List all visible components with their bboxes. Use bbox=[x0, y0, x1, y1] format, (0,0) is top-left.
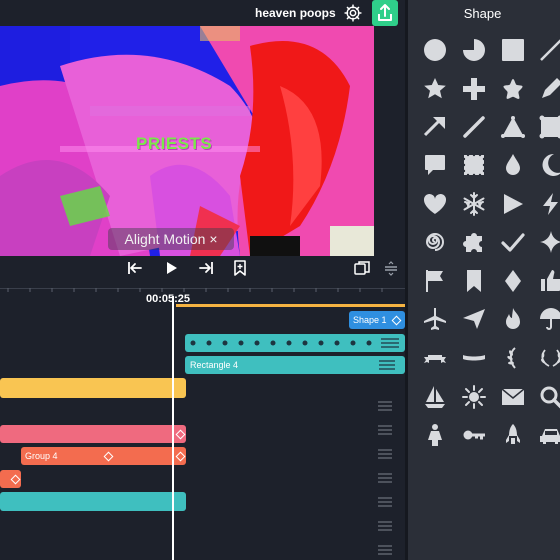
group-clip[interactable]: Group 4 bbox=[21, 447, 186, 465]
shape-clip[interactable]: Shape 1 bbox=[349, 311, 405, 329]
heart-icon[interactable] bbox=[422, 191, 448, 217]
teal-clip[interactable] bbox=[0, 492, 186, 511]
circle-icon[interactable] bbox=[422, 37, 448, 63]
triangle-icon[interactable] bbox=[500, 114, 526, 140]
drag-handle-icon[interactable] bbox=[382, 259, 400, 277]
pie-icon[interactable] bbox=[461, 37, 487, 63]
stroke-icon[interactable] bbox=[461, 114, 487, 140]
umbrella-icon[interactable] bbox=[538, 306, 560, 332]
car-icon[interactable] bbox=[538, 422, 560, 448]
checkmark-icon[interactable] bbox=[500, 229, 526, 255]
yellow-clip[interactable] bbox=[0, 378, 186, 398]
jump-start-icon[interactable] bbox=[126, 259, 144, 277]
group-clip-label: Group 4 bbox=[25, 451, 58, 461]
keyframe-marker[interactable] bbox=[103, 451, 114, 462]
person-icon[interactable] bbox=[422, 422, 448, 448]
keyframed-clip[interactable] bbox=[185, 334, 405, 352]
ribbon-icon[interactable] bbox=[461, 345, 487, 371]
orange-clip-small[interactable] bbox=[0, 470, 21, 488]
preview-side-strip bbox=[374, 26, 405, 256]
pink-clip[interactable] bbox=[0, 425, 186, 443]
panel-divider bbox=[405, 0, 408, 560]
clip-menu-icon[interactable] bbox=[377, 356, 397, 374]
jump-end-icon[interactable] bbox=[197, 259, 215, 277]
pencil-icon[interactable] bbox=[538, 76, 560, 102]
square-icon[interactable] bbox=[500, 37, 526, 63]
bookmark-icon[interactable] bbox=[231, 259, 249, 277]
diamond-icon[interactable] bbox=[500, 268, 526, 294]
keyframe-row bbox=[190, 338, 399, 348]
magnifier-icon[interactable] bbox=[538, 384, 560, 410]
paper-plane-icon[interactable] bbox=[461, 306, 487, 332]
snowflake-icon[interactable] bbox=[461, 191, 487, 217]
envelope-icon[interactable] bbox=[500, 384, 526, 410]
thumbs-up-icon[interactable] bbox=[538, 268, 560, 294]
puzzle-icon[interactable] bbox=[461, 229, 487, 255]
line-icon[interactable] bbox=[538, 37, 560, 63]
star-icon[interactable] bbox=[422, 76, 448, 102]
flag-icon[interactable] bbox=[422, 268, 448, 294]
fire-icon[interactable] bbox=[500, 306, 526, 332]
crescent-icon[interactable] bbox=[538, 152, 560, 178]
laurel-icon[interactable] bbox=[538, 345, 560, 371]
keyframe-marker[interactable] bbox=[175, 429, 186, 440]
sailboat-icon[interactable] bbox=[422, 384, 448, 410]
rounded-square-icon[interactable] bbox=[538, 114, 560, 140]
shape-clip-label: Shape 1 bbox=[353, 315, 387, 325]
rectangle-clip-label: Rectangle 4 bbox=[190, 360, 239, 370]
playhead[interactable] bbox=[172, 296, 174, 560]
preview-overlay-text: PRIESTS bbox=[136, 134, 213, 153]
selection-range-bar bbox=[176, 304, 405, 307]
rocket-icon[interactable] bbox=[500, 422, 526, 448]
plus-icon[interactable] bbox=[461, 76, 487, 102]
laurel-left-icon[interactable] bbox=[500, 345, 526, 371]
settings-gear-icon[interactable] bbox=[343, 3, 363, 23]
stamp-icon[interactable] bbox=[461, 152, 487, 178]
key-icon[interactable] bbox=[461, 422, 487, 448]
rectangle-clip[interactable]: Rectangle 4 bbox=[185, 356, 405, 374]
banner-icon[interactable] bbox=[422, 345, 448, 371]
lightning-icon[interactable] bbox=[538, 191, 560, 217]
bookmark-shape-icon[interactable] bbox=[461, 268, 487, 294]
play-icon[interactable] bbox=[162, 259, 180, 277]
rounded-star-icon[interactable] bbox=[500, 76, 526, 102]
play-triangle-icon[interactable] bbox=[500, 191, 526, 217]
copy-layers-icon[interactable] bbox=[353, 259, 371, 277]
sun-icon[interactable] bbox=[461, 384, 487, 410]
sparkle-icon[interactable] bbox=[538, 229, 560, 255]
speech-bubble-icon[interactable] bbox=[422, 152, 448, 178]
ruler-ticks bbox=[7, 288, 383, 292]
project-title: heaven poops bbox=[255, 6, 336, 20]
drop-icon[interactable] bbox=[500, 152, 526, 178]
airplane-icon[interactable] bbox=[422, 306, 448, 332]
keyframe-marker[interactable] bbox=[10, 474, 21, 485]
watermark-badge[interactable]: Alight Motion × bbox=[108, 228, 234, 250]
keyframe-marker[interactable] bbox=[175, 451, 186, 462]
track-reorder-handles[interactable] bbox=[378, 396, 392, 560]
spiral-icon[interactable] bbox=[422, 229, 448, 255]
arrow-icon[interactable] bbox=[422, 114, 448, 140]
keyframe-marker[interactable] bbox=[391, 315, 402, 326]
export-share-icon[interactable] bbox=[372, 0, 398, 26]
shape-panel-title: Shape bbox=[463, 6, 502, 21]
